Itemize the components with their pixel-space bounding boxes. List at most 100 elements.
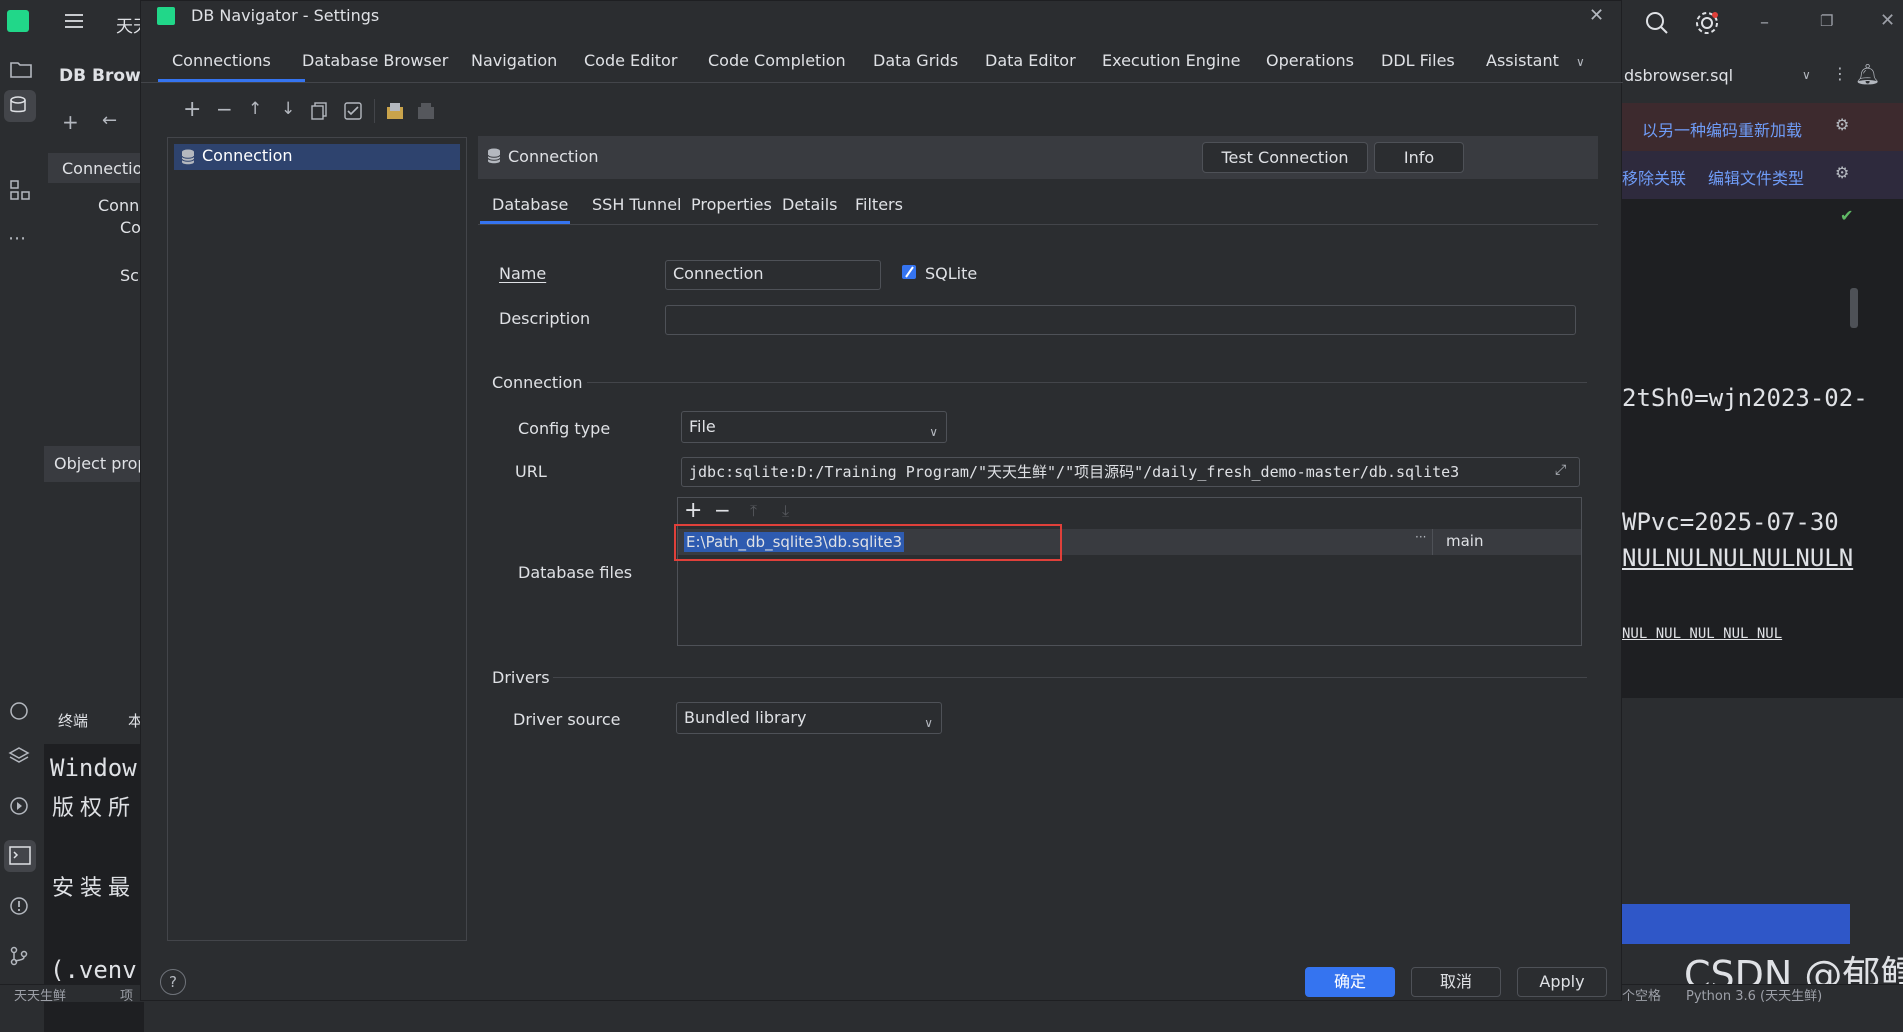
notifications-bell-icon[interactable]: 🔔︎ <box>1855 62 1880 86</box>
tab-assistant[interactable]: Assistant <box>1486 51 1559 70</box>
editor-file-tab[interactable]: dsbrowser.sql <box>1624 66 1733 85</box>
close-window-icon[interactable]: ✕ <box>1880 10 1895 31</box>
cancel-button[interactable]: 取消 <box>1411 967 1501 997</box>
highlight-box <box>674 524 1062 561</box>
info-button[interactable]: Info <box>1374 142 1464 173</box>
more-tabs-chevron-icon[interactable]: ∨ <box>1576 55 1585 69</box>
subtab-ssh-tunnel[interactable]: SSH Tunnel <box>592 195 681 214</box>
encoding-banner: 以另一种编码重新加载 ⚙ <box>1622 103 1903 151</box>
connection-list-item[interactable]: Connection <box>174 144 460 170</box>
problems-icon[interactable] <box>8 895 30 917</box>
driver-source-label: Driver source <box>513 710 621 729</box>
subtab-details[interactable]: Details <box>782 195 837 214</box>
status-project[interactable]: 天天生鲜 <box>14 985 66 1004</box>
tab-execution-engine[interactable]: Execution Engine <box>1102 51 1240 70</box>
structure-icon[interactable] <box>10 180 30 200</box>
ok-button[interactable]: 确定 <box>1305 967 1395 997</box>
tree-item-co[interactable]: Co <box>120 218 141 237</box>
tree-item-sc[interactable]: Sc <box>120 266 139 285</box>
add-icon[interactable]: + <box>183 97 201 122</box>
main-menu-icon[interactable] <box>64 12 84 30</box>
url-label: URL <box>515 462 547 481</box>
description-input[interactable] <box>665 305 1576 335</box>
tab-code-completion[interactable]: Code Completion <box>708 51 846 70</box>
terminal-tab[interactable]: 终端 <box>58 710 88 731</box>
move-up-icon[interactable]: ↑ <box>248 99 262 119</box>
code-line: NULNULNULNULNULN <box>1622 544 1854 572</box>
banner-gear-icon[interactable]: ⚙ <box>1835 115 1849 134</box>
layers-icon[interactable] <box>8 745 30 767</box>
banner-gear-icon[interactable]: ⚙ <box>1835 163 1849 182</box>
remove-icon[interactable]: − <box>216 97 233 121</box>
tab-data-editor[interactable]: Data Editor <box>985 51 1076 70</box>
tab-operations[interactable]: Operations <box>1266 51 1354 70</box>
settings-gear-icon[interactable] <box>1694 10 1720 36</box>
tree-item-conn[interactable]: Conn <box>98 196 139 215</box>
add-connection-icon[interactable]: + <box>62 110 79 134</box>
expand-icon[interactable]: ⤢ <box>1555 462 1566 478</box>
help-icon[interactable]: ? <box>160 969 186 995</box>
tab-ddl-files[interactable]: DDL Files <box>1381 51 1455 70</box>
git-icon[interactable] <box>8 945 30 967</box>
check-box-icon[interactable] <box>344 102 362 120</box>
minimize-icon[interactable]: – <box>1760 12 1769 33</box>
editor-area[interactable]: dsbrowser.sql ∨ ⋮ 以另一种编码重新加载 ⚙ 移除关联 编辑文件… <box>1622 48 1903 698</box>
more-tools-icon[interactable]: ⋯ <box>8 228 26 249</box>
status-interpreter[interactable]: Python 3.6 (天天生鲜) <box>1686 985 1822 1004</box>
import-icon[interactable] <box>385 101 405 121</box>
more-vertical-icon[interactable]: ⋮ <box>1832 64 1848 83</box>
config-type-label: Config type <box>518 419 611 438</box>
add-file-icon[interactable]: + <box>684 498 702 523</box>
edit-filetype-link[interactable]: 编辑文件类型 <box>1708 165 1804 189</box>
reload-encoding-link[interactable]: 以另一种编码重新加载 <box>1642 117 1802 141</box>
tab-connections[interactable]: Connections <box>172 51 271 70</box>
url-input[interactable]: jdbc:sqlite:D:/Training Program/"天天生鲜"/"… <box>681 457 1580 487</box>
subtab-filters[interactable]: Filters <box>855 195 903 214</box>
remove-association-link[interactable]: 移除关联 <box>1622 165 1686 189</box>
tab-data-grids[interactable]: Data Grids <box>873 51 958 70</box>
tab-navigation[interactable]: Navigation <box>471 51 557 70</box>
config-type-value: File <box>689 417 716 436</box>
apply-button[interactable]: Apply <box>1517 967 1607 997</box>
test-connection-button[interactable]: Test Connection <box>1202 142 1368 173</box>
column-divider <box>1432 529 1433 555</box>
folder-icon[interactable] <box>10 60 32 78</box>
browse-ellipsis-icon[interactable]: ··· <box>1415 530 1426 544</box>
config-type-select[interactable]: File ∨ <box>681 411 947 443</box>
db-browser-stripe-icon[interactable] <box>4 90 36 122</box>
dialog-app-icon <box>157 7 175 25</box>
tab-database-browser[interactable]: Database Browser <box>302 51 448 70</box>
database-icon <box>180 148 196 166</box>
restore-icon[interactable]: ❐ <box>1820 12 1833 30</box>
terminal-icon[interactable] <box>4 840 36 872</box>
connection-toolbar: + − ↑ ↓ <box>141 97 541 127</box>
search-icon[interactable] <box>1644 10 1670 36</box>
tab-dropdown-icon[interactable]: ∨ <box>1802 68 1811 82</box>
code-line: 2tSh0=wjn2023-02- <box>1622 384 1868 412</box>
db-browser-panel: DB Brows + ← Connectio Conn Co Sc Object… <box>44 48 151 1032</box>
move-file-down-icon: ⤓ <box>782 501 790 520</box>
run-services-icon[interactable] <box>8 795 30 817</box>
status-path[interactable]: 项 <box>120 985 133 1004</box>
tab-code-editor[interactable]: Code Editor <box>584 51 677 70</box>
python-console-icon[interactable] <box>8 700 30 722</box>
subtab-properties[interactable]: Properties <box>691 195 772 214</box>
status-indent[interactable]: 个空格 <box>1622 985 1661 1004</box>
connections-list: Connection <box>167 137 467 941</box>
subtab-database[interactable]: Database <box>492 195 568 214</box>
terminal-line: 安装最 <box>52 876 137 901</box>
ide-tool-stripe: ⋯ <box>0 0 45 1001</box>
copy-icon[interactable] <box>311 102 327 120</box>
driver-source-select[interactable]: Bundled library ∨ <box>676 702 942 734</box>
editor-scrollbar[interactable] <box>1850 288 1858 328</box>
connection-tab[interactable]: Connectio <box>48 153 144 183</box>
move-down-icon[interactable]: ↓ <box>281 99 295 119</box>
name-input[interactable]: Connection <box>665 260 881 290</box>
remove-file-icon[interactable]: − <box>714 498 731 522</box>
settings-tab-bar: Connections Database Browser Navigation … <box>141 43 1623 83</box>
code-line: WPvc=2025-07-30 <box>1622 508 1839 536</box>
dialog-close-icon[interactable]: ✕ <box>1589 5 1604 26</box>
db-file-schema[interactable]: main <box>1446 532 1483 550</box>
back-arrow-icon[interactable]: ← <box>102 110 117 131</box>
pycharm-logo-icon <box>7 10 29 32</box>
